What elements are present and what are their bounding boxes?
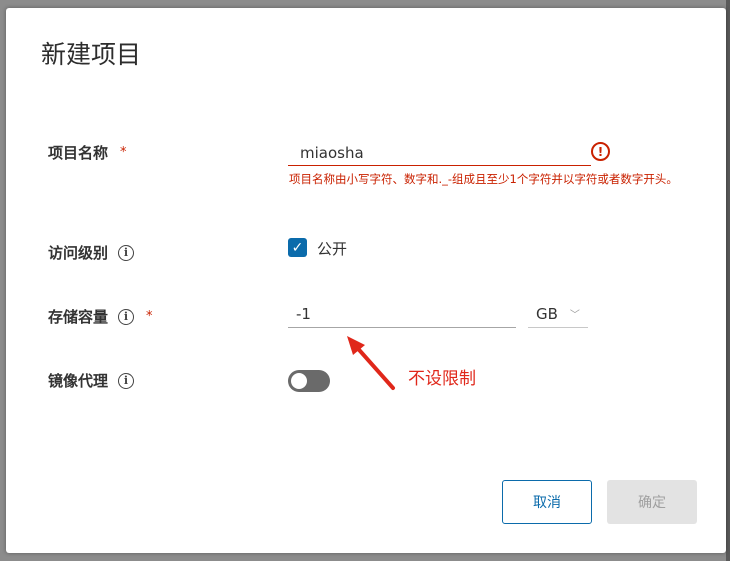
dialog-title: 新建项目: [41, 40, 142, 69]
required-mark: *: [120, 145, 127, 160]
annotation-arrow-icon: [347, 336, 395, 390]
annotation-text: 不设限制: [408, 369, 476, 389]
project-name-label: 项目名称 *: [48, 144, 127, 162]
new-project-dialog: 新建项目 项目名称 * ! 项目名称由小写字符、数字和._-组成且至少1个字符并…: [6, 8, 726, 553]
backdrop: [726, 0, 730, 561]
required-mark: *: [146, 309, 153, 324]
storage-quota-input[interactable]: [288, 300, 516, 328]
public-checkbox-label[interactable]: 公开: [317, 238, 347, 259]
chevron-down-icon: ﹀: [569, 310, 580, 321]
storage-unit-select[interactable]: GB ﹀: [528, 300, 588, 328]
info-icon[interactable]: i: [118, 308, 135, 325]
error-icon: !: [591, 142, 610, 161]
info-icon[interactable]: i: [118, 244, 135, 261]
project-name-input[interactable]: [288, 140, 591, 166]
cancel-button[interactable]: 取消: [502, 480, 592, 524]
proxy-cache-label: 镜像代理 i: [48, 370, 135, 391]
proxy-cache-toggle[interactable]: [288, 370, 330, 392]
access-level-label: 访问级别 i: [48, 242, 135, 263]
public-checkbox[interactable]: ✓: [288, 238, 307, 257]
info-icon[interactable]: i: [118, 372, 135, 389]
confirm-button[interactable]: 确定: [607, 480, 697, 524]
toggle-knob: [291, 373, 307, 389]
project-name-error-message: 项目名称由小写字符、数字和._-组成且至少1个字符并以字符或者数字开头。: [289, 172, 678, 186]
storage-quota-label: 存储容量 i *: [48, 308, 153, 326]
